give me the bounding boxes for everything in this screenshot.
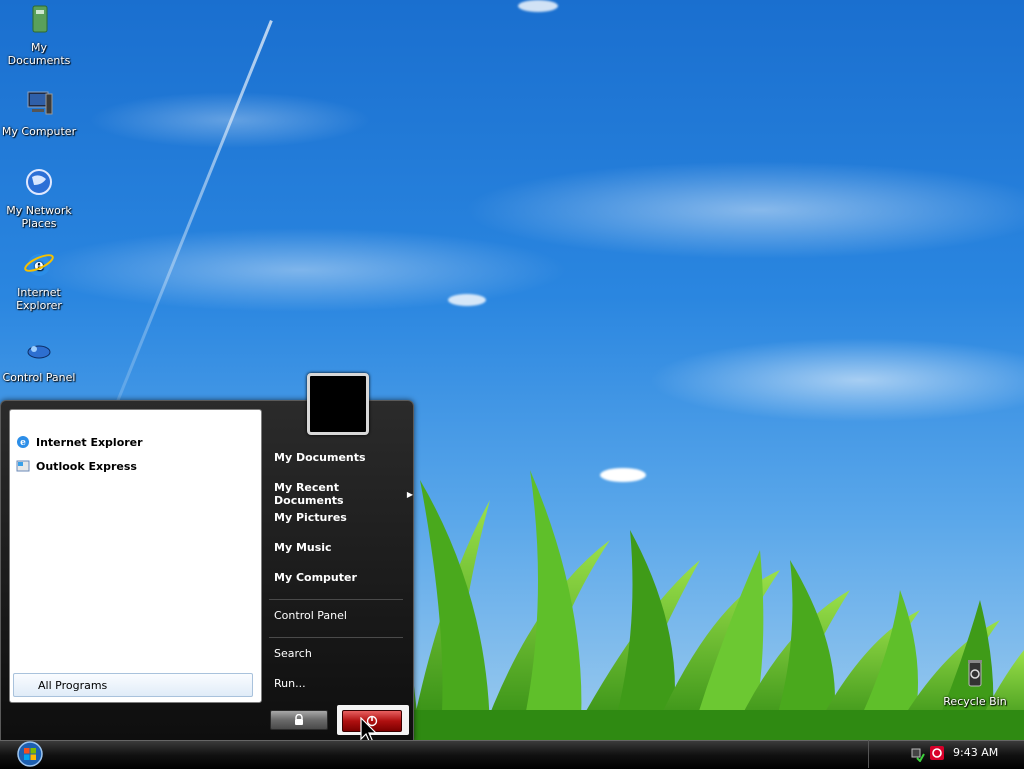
submenu-arrow-icon: ▶	[406, 489, 413, 499]
menu-item-label: Run...	[274, 677, 306, 690]
desktop-icon-label: My Network Places	[6, 204, 72, 230]
start-menu-item-my-documents[interactable]: My Documents	[274, 451, 366, 464]
desktop-icon-recycle-bin[interactable]: Recycle Bin	[936, 658, 1014, 708]
desktop-icon-my-network-places[interactable]: My Network Places	[0, 167, 78, 230]
system-tray	[868, 740, 1024, 768]
grass-wallpaper	[380, 470, 1024, 740]
desktop-icon-label: My Computer	[1, 125, 77, 138]
start-menu: e Internet Explorer Outlook Express All …	[0, 400, 414, 742]
start-menu-item-my-pictures[interactable]: My Pictures	[274, 511, 347, 524]
user-picture[interactable]	[307, 373, 369, 435]
contrail-decoration	[112, 20, 273, 411]
desktop-icon-label: Recycle Bin	[943, 695, 1007, 708]
pinned-program-internet-explorer[interactable]: e Internet Explorer	[16, 432, 143, 452]
menu-item-label: My Documents	[274, 451, 366, 464]
desktop-icon-label: My Documents	[7, 41, 71, 67]
ie-icon: e	[24, 254, 54, 276]
taskbar-clock[interactable]: 9:43 AM	[953, 746, 998, 759]
desktop-icon-internet-explorer[interactable]: e Internet Explorer	[0, 249, 78, 312]
menu-item-label: Control Panel	[274, 609, 347, 622]
start-menu-item-run[interactable]: Run...	[274, 677, 306, 690]
control-panel-icon	[27, 345, 51, 359]
menu-item-label: My Computer	[274, 571, 357, 584]
lock-button[interactable]	[270, 710, 328, 730]
cloud-decoration	[448, 294, 486, 306]
pinned-program-label: Internet Explorer	[36, 435, 143, 449]
start-menu-item-my-music[interactable]: My Music	[274, 541, 332, 554]
outlook-icon	[16, 460, 30, 472]
desktop-icon-my-computer[interactable]: My Computer	[0, 88, 78, 138]
desktop-icon-control-panel[interactable]: Control Panel	[0, 334, 78, 384]
start-menu-programs-pane: e Internet Explorer Outlook Express All …	[9, 409, 262, 703]
desktop-icon-label: Internet Explorer	[16, 286, 62, 312]
globe-icon	[26, 169, 52, 195]
menu-separator	[269, 637, 403, 638]
start-menu-item-search[interactable]: Search	[274, 647, 312, 660]
recycle-bin-icon	[968, 660, 982, 687]
menu-item-label: Search	[274, 647, 312, 660]
network-icon[interactable]	[911, 746, 925, 762]
start-menu-item-control-panel[interactable]: Control Panel	[274, 609, 347, 622]
start-menu-item-my-recent-documents[interactable]: My Recent Documents ▶	[274, 481, 413, 507]
menu-item-label: My Recent Documents	[274, 481, 344, 507]
desktop-icon-label: Control Panel	[2, 371, 76, 384]
menu-item-label: My Music	[274, 541, 332, 554]
security-shield-icon[interactable]	[929, 745, 945, 761]
pinned-program-outlook-express[interactable]: Outlook Express	[16, 456, 137, 476]
cloud-decoration	[518, 0, 558, 12]
folder-icon	[32, 5, 48, 33]
lock-icon	[295, 714, 303, 725]
all-programs-label: All Programs	[38, 678, 108, 692]
menu-separator	[269, 599, 403, 600]
all-programs-button[interactable]: All Programs	[13, 673, 253, 697]
start-menu-item-my-computer[interactable]: My Computer	[274, 571, 357, 584]
ie-icon: e	[17, 436, 29, 448]
pinned-program-label: Outlook Express	[36, 459, 137, 473]
computer-icon	[27, 91, 53, 115]
menu-item-label: My Pictures	[274, 511, 347, 524]
desktop-icon-my-documents[interactable]: My Documents	[0, 4, 78, 67]
start-button[interactable]	[13, 741, 47, 767]
svg-text:e: e	[20, 438, 26, 448]
